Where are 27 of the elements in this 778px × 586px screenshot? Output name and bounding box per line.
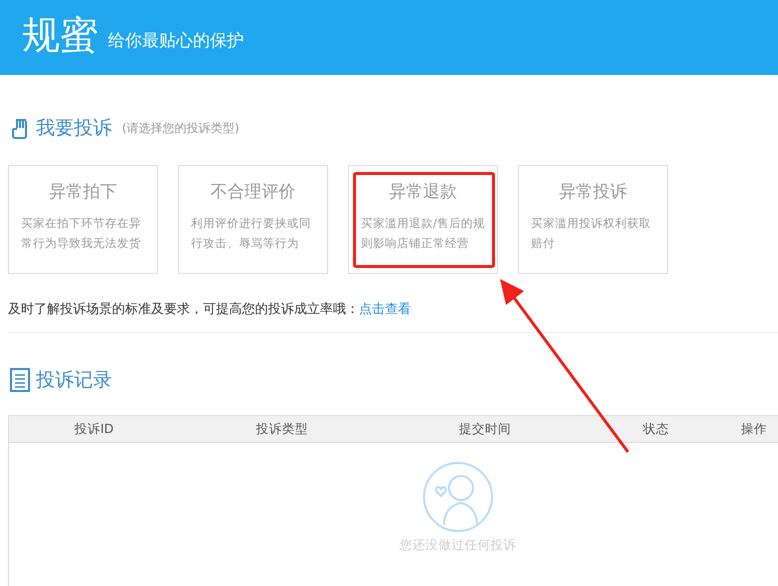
complaint-type-card[interactable]: 异常拍下 买家在拍下环节存在异常行为导致我无法发货	[8, 165, 158, 274]
card-description: 利用评价进行要挟或同行攻击、辱骂等行为	[191, 215, 312, 252]
column-header: 操作	[740, 420, 768, 438]
card-description: 买家滥用退款/售后的规则影响店铺正常经营	[361, 215, 485, 252]
column-header: 投诉ID	[73, 420, 115, 438]
hand-icon	[10, 117, 30, 139]
card-description: 买家在拍下环节存在异常行为导致我无法发货	[21, 215, 142, 252]
slogan: 给你最贴心的保护	[108, 30, 244, 52]
complaint-type-card[interactable]: 异常退款 买家滥用退款/售后的规则影响店铺正常经营	[348, 165, 498, 274]
view-link[interactable]: 点击查看	[359, 302, 411, 317]
column-header: 投诉类型	[255, 420, 309, 438]
card-title: 异常拍下	[49, 181, 117, 203]
complaint-type-card[interactable]: 异常投诉 买家滥用投诉权利获取赔付	[518, 165, 668, 274]
document-icon	[10, 368, 30, 392]
logo-text: 规蜜	[22, 15, 98, 55]
guide-note: 及时了解投诉场景的标准及要求，可提高您的投诉成立率哦：点击查看	[7, 301, 412, 318]
section-title: 我要投诉	[36, 116, 112, 141]
card-title: 异常退款	[389, 181, 457, 203]
column-header: 提交时间	[458, 420, 512, 438]
card-description: 买家滥用投诉权利获取赔付	[531, 215, 652, 252]
section-hint: (请选择您的投诉类型)	[122, 120, 240, 136]
section-title: 投诉记录	[36, 368, 112, 393]
complaint-type-card[interactable]: 不合理评价 利用评价进行要挟或同行攻击、辱骂等行为	[178, 165, 328, 274]
column-header: 状态	[642, 420, 670, 438]
card-title: 异常投诉	[559, 181, 627, 203]
person-illustration	[422, 461, 494, 533]
card-title: 不合理评价	[210, 181, 296, 203]
